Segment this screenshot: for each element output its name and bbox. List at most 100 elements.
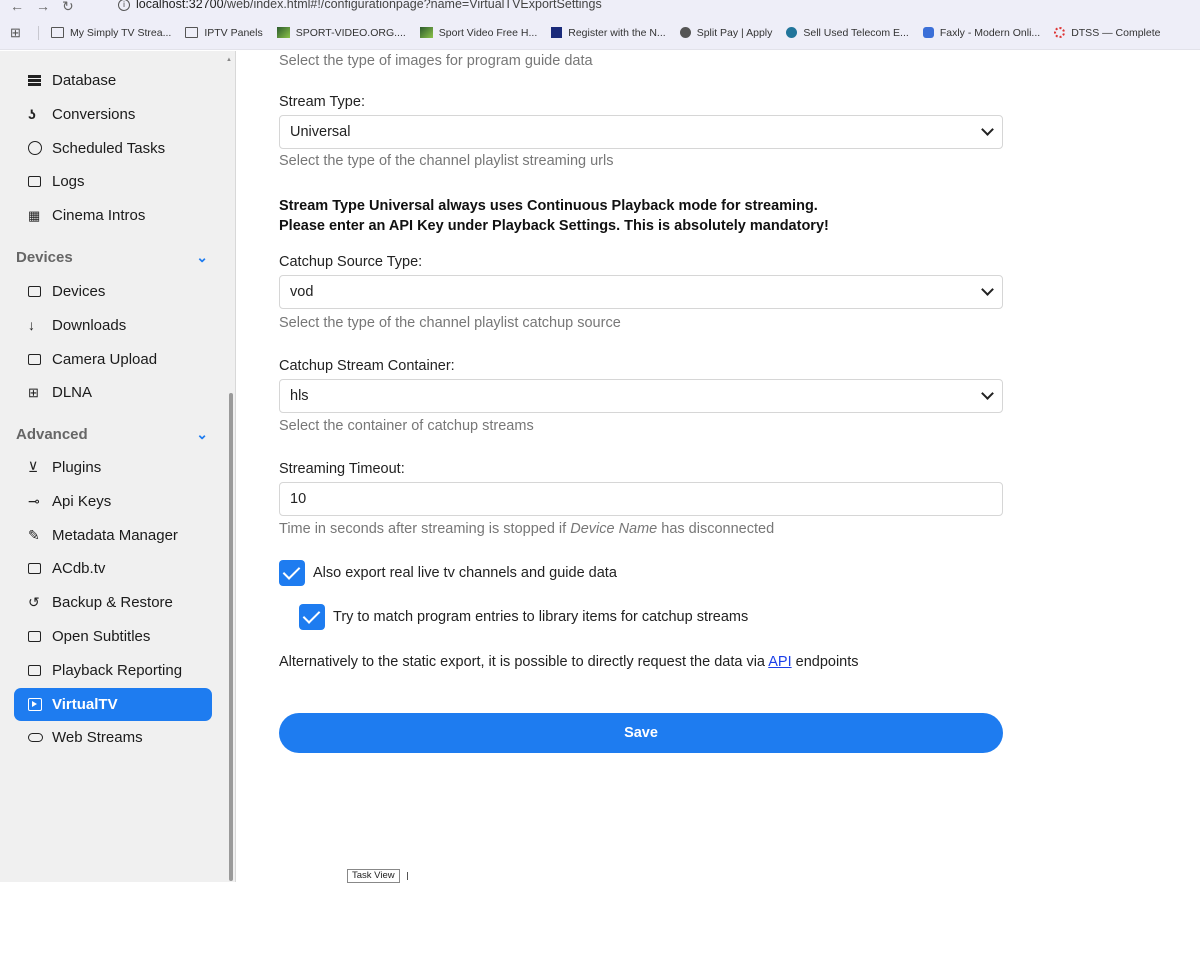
apps-grid-icon[interactable]: ⊞: [10, 25, 28, 41]
bookmark-label: Split Pay | Apply: [696, 26, 773, 39]
play-box-icon: [28, 697, 48, 711]
bookmark-label: IPTV Panels: [204, 26, 263, 39]
url-host: localhost:32700: [136, 0, 224, 11]
sidebar-item-devices[interactable]: Devices: [14, 275, 212, 308]
folder-open-icon: [28, 176, 48, 188]
advanced-section-header[interactable]: Advanced ⌄: [16, 426, 212, 443]
sidebar: ▲ Database ʖ Conversions Scheduled Tasks Log…: [0, 51, 236, 882]
restore-icon: ↺: [28, 594, 40, 611]
export-live-checkbox[interactable]: [279, 560, 305, 586]
bookmark-item[interactable]: IPTV Panels: [185, 26, 263, 39]
sidebar-item-playback-reporting[interactable]: Playback Reporting: [14, 654, 212, 687]
sidebar-item-api-keys[interactable]: ⊸ Api Keys: [14, 485, 212, 518]
bookmark-label: My Simply TV Strea...: [70, 26, 172, 39]
cart-icon: ⊻: [28, 459, 39, 475]
sidebar-item-label: Downloads: [52, 316, 127, 334]
sidebar-item-camera-upload[interactable]: Camera Upload: [14, 343, 212, 376]
stream-type-select[interactable]: Universal: [279, 115, 1003, 149]
sidebar-item-label: Camera Upload: [52, 350, 158, 368]
bookmark-sq-icon: [551, 27, 563, 38]
sidebar-item-label: Devices: [52, 283, 106, 300]
match-entries-label: Try to match program entries to library …: [333, 609, 749, 625]
sidebar-scrollbar[interactable]: [229, 393, 233, 881]
bookmark-wp-icon: [786, 27, 798, 38]
chevron-down-icon: [981, 282, 994, 296]
sidebar-item-backup-restore[interactable]: ↺ Backup & Restore: [14, 586, 212, 619]
warning-line-2: Please enter an API Key under Playback S…: [279, 218, 829, 234]
timeout-input[interactable]: 10: [279, 482, 1003, 516]
bookmark-item[interactable]: SPORT-VIDEO.ORG....: [276, 27, 406, 39]
catchup-container-select[interactable]: hls: [279, 379, 1003, 413]
sidebar-item-metadata-manager[interactable]: ✎ Metadata Manager: [14, 519, 212, 552]
catchup-source-value: vod: [290, 284, 314, 300]
alt-export-text: Alternatively to the static export, it i…: [279, 654, 859, 670]
sidebar-item-label: Open Subtitles: [52, 628, 151, 645]
cursor-caret: [407, 872, 408, 880]
sidebar-item-label: Backup & Restore: [52, 594, 173, 612]
bookmarks-divider: [38, 25, 39, 40]
section-label: Devices: [16, 249, 73, 266]
sidebar-item-database[interactable]: Database: [14, 64, 212, 97]
scroll-up-arrow-icon[interactable]: ▲: [226, 57, 232, 63]
bookmark-img-icon: [276, 27, 290, 38]
sidebar-item-open-subtitles[interactable]: Open Subtitles: [14, 620, 212, 653]
bookmark-round-icon: [679, 27, 691, 38]
timeout-value: 10: [290, 491, 307, 507]
bookmark-dt-icon: [1054, 27, 1066, 38]
bookmark-label: Faxly - Modern Onli...: [939, 26, 1041, 39]
sidebar-item-dlna[interactable]: ⊞ DLNA: [14, 376, 212, 409]
key-icon: ⊸: [28, 492, 40, 509]
sidebar-item-acdb-tv[interactable]: ACdb.tv: [14, 552, 212, 585]
clock-icon: [28, 141, 48, 156]
sidebar-item-logs[interactable]: Logs: [14, 165, 212, 198]
sidebar-item-web-streams[interactable]: Web Streams: [14, 721, 212, 754]
bookmark-item[interactable]: Faxly - Modern Onli...: [922, 26, 1041, 39]
chevron-down-icon: ⌄: [196, 426, 208, 442]
task-view-tooltip: Task View: [347, 869, 400, 883]
bookmark-fx-icon: [922, 27, 934, 38]
match-entries-checkbox[interactable]: [299, 604, 325, 630]
bookmark-label: Sport Video Free H...: [438, 26, 538, 39]
sidebar-item-downloads[interactable]: ↓ Downloads: [14, 309, 212, 342]
bookmark-item[interactable]: Sell Used Telecom E...: [786, 26, 909, 39]
api-link[interactable]: API: [768, 654, 791, 670]
download-arrow-icon: ↓: [28, 317, 35, 334]
universal-warning: Stream Type Universal always uses Contin…: [279, 196, 829, 236]
url-bar[interactable]: i localhost:32700/web/index.html#!/config…: [118, 0, 602, 11]
catchup-source-label: Catchup Source Type:: [279, 254, 423, 270]
timeout-desc-text-end: has disconnected: [657, 521, 775, 537]
section-label: Advanced: [16, 426, 88, 443]
bookmark-item[interactable]: DTSS — Complete: [1054, 27, 1160, 39]
catchup-source-select[interactable]: vod: [279, 275, 1003, 309]
timeout-desc-text: Time in seconds after streaming is stopp…: [279, 521, 571, 537]
sidebar-item-scheduled-tasks[interactable]: Scheduled Tasks: [14, 132, 212, 165]
browser-nav-buttons[interactable]: ←→↻: [10, 0, 86, 15]
bookmark-folder-icon: [185, 27, 199, 38]
devices-section-header[interactable]: Devices ⌄: [16, 249, 212, 266]
sidebar-item-label: Database: [52, 72, 117, 89]
chevron-down-icon: [981, 386, 994, 400]
copy-icon: [28, 563, 48, 575]
bookmark-item[interactable]: Split Pay | Apply: [679, 26, 773, 39]
sidebar-item-plugins[interactable]: ⊻ Plugins: [14, 451, 212, 484]
sidebar-item-label: Api Keys: [52, 492, 112, 510]
sidebar-item-label: Logs: [52, 173, 85, 191]
save-button[interactable]: Save: [279, 713, 1003, 753]
chevron-down-icon: [981, 122, 994, 136]
sidebar-item-label: VirtualTV: [52, 695, 118, 713]
sidebar-item-virtualtv[interactable]: VirtualTV: [14, 687, 212, 721]
pencil-icon: ✎: [28, 526, 40, 543]
sidebar-item-conversions[interactable]: ʖ Conversions: [14, 98, 212, 131]
bookmark-item[interactable]: Register with the N...: [551, 27, 666, 39]
alt-export-text-start: Alternatively to the static export, it i…: [279, 654, 769, 670]
bookmark-item[interactable]: My Simply TV Strea...: [51, 27, 171, 39]
bookmark-item[interactable]: Sport Video Free H...: [419, 26, 538, 39]
stream-type-description: Select the type of the channel playlist …: [279, 153, 614, 169]
sidebar-item-label: Conversions: [52, 105, 136, 123]
sidebar-item-cinema-intros[interactable]: ▦ Cinema Intros: [14, 199, 212, 232]
bookmark-img-icon: [419, 27, 433, 38]
site-info-icon[interactable]: i: [118, 0, 130, 11]
devices-icon: [28, 286, 48, 297]
film-icon: ▦: [28, 207, 41, 223]
bookmark-label: Sell Used Telecom E...: [803, 26, 909, 39]
